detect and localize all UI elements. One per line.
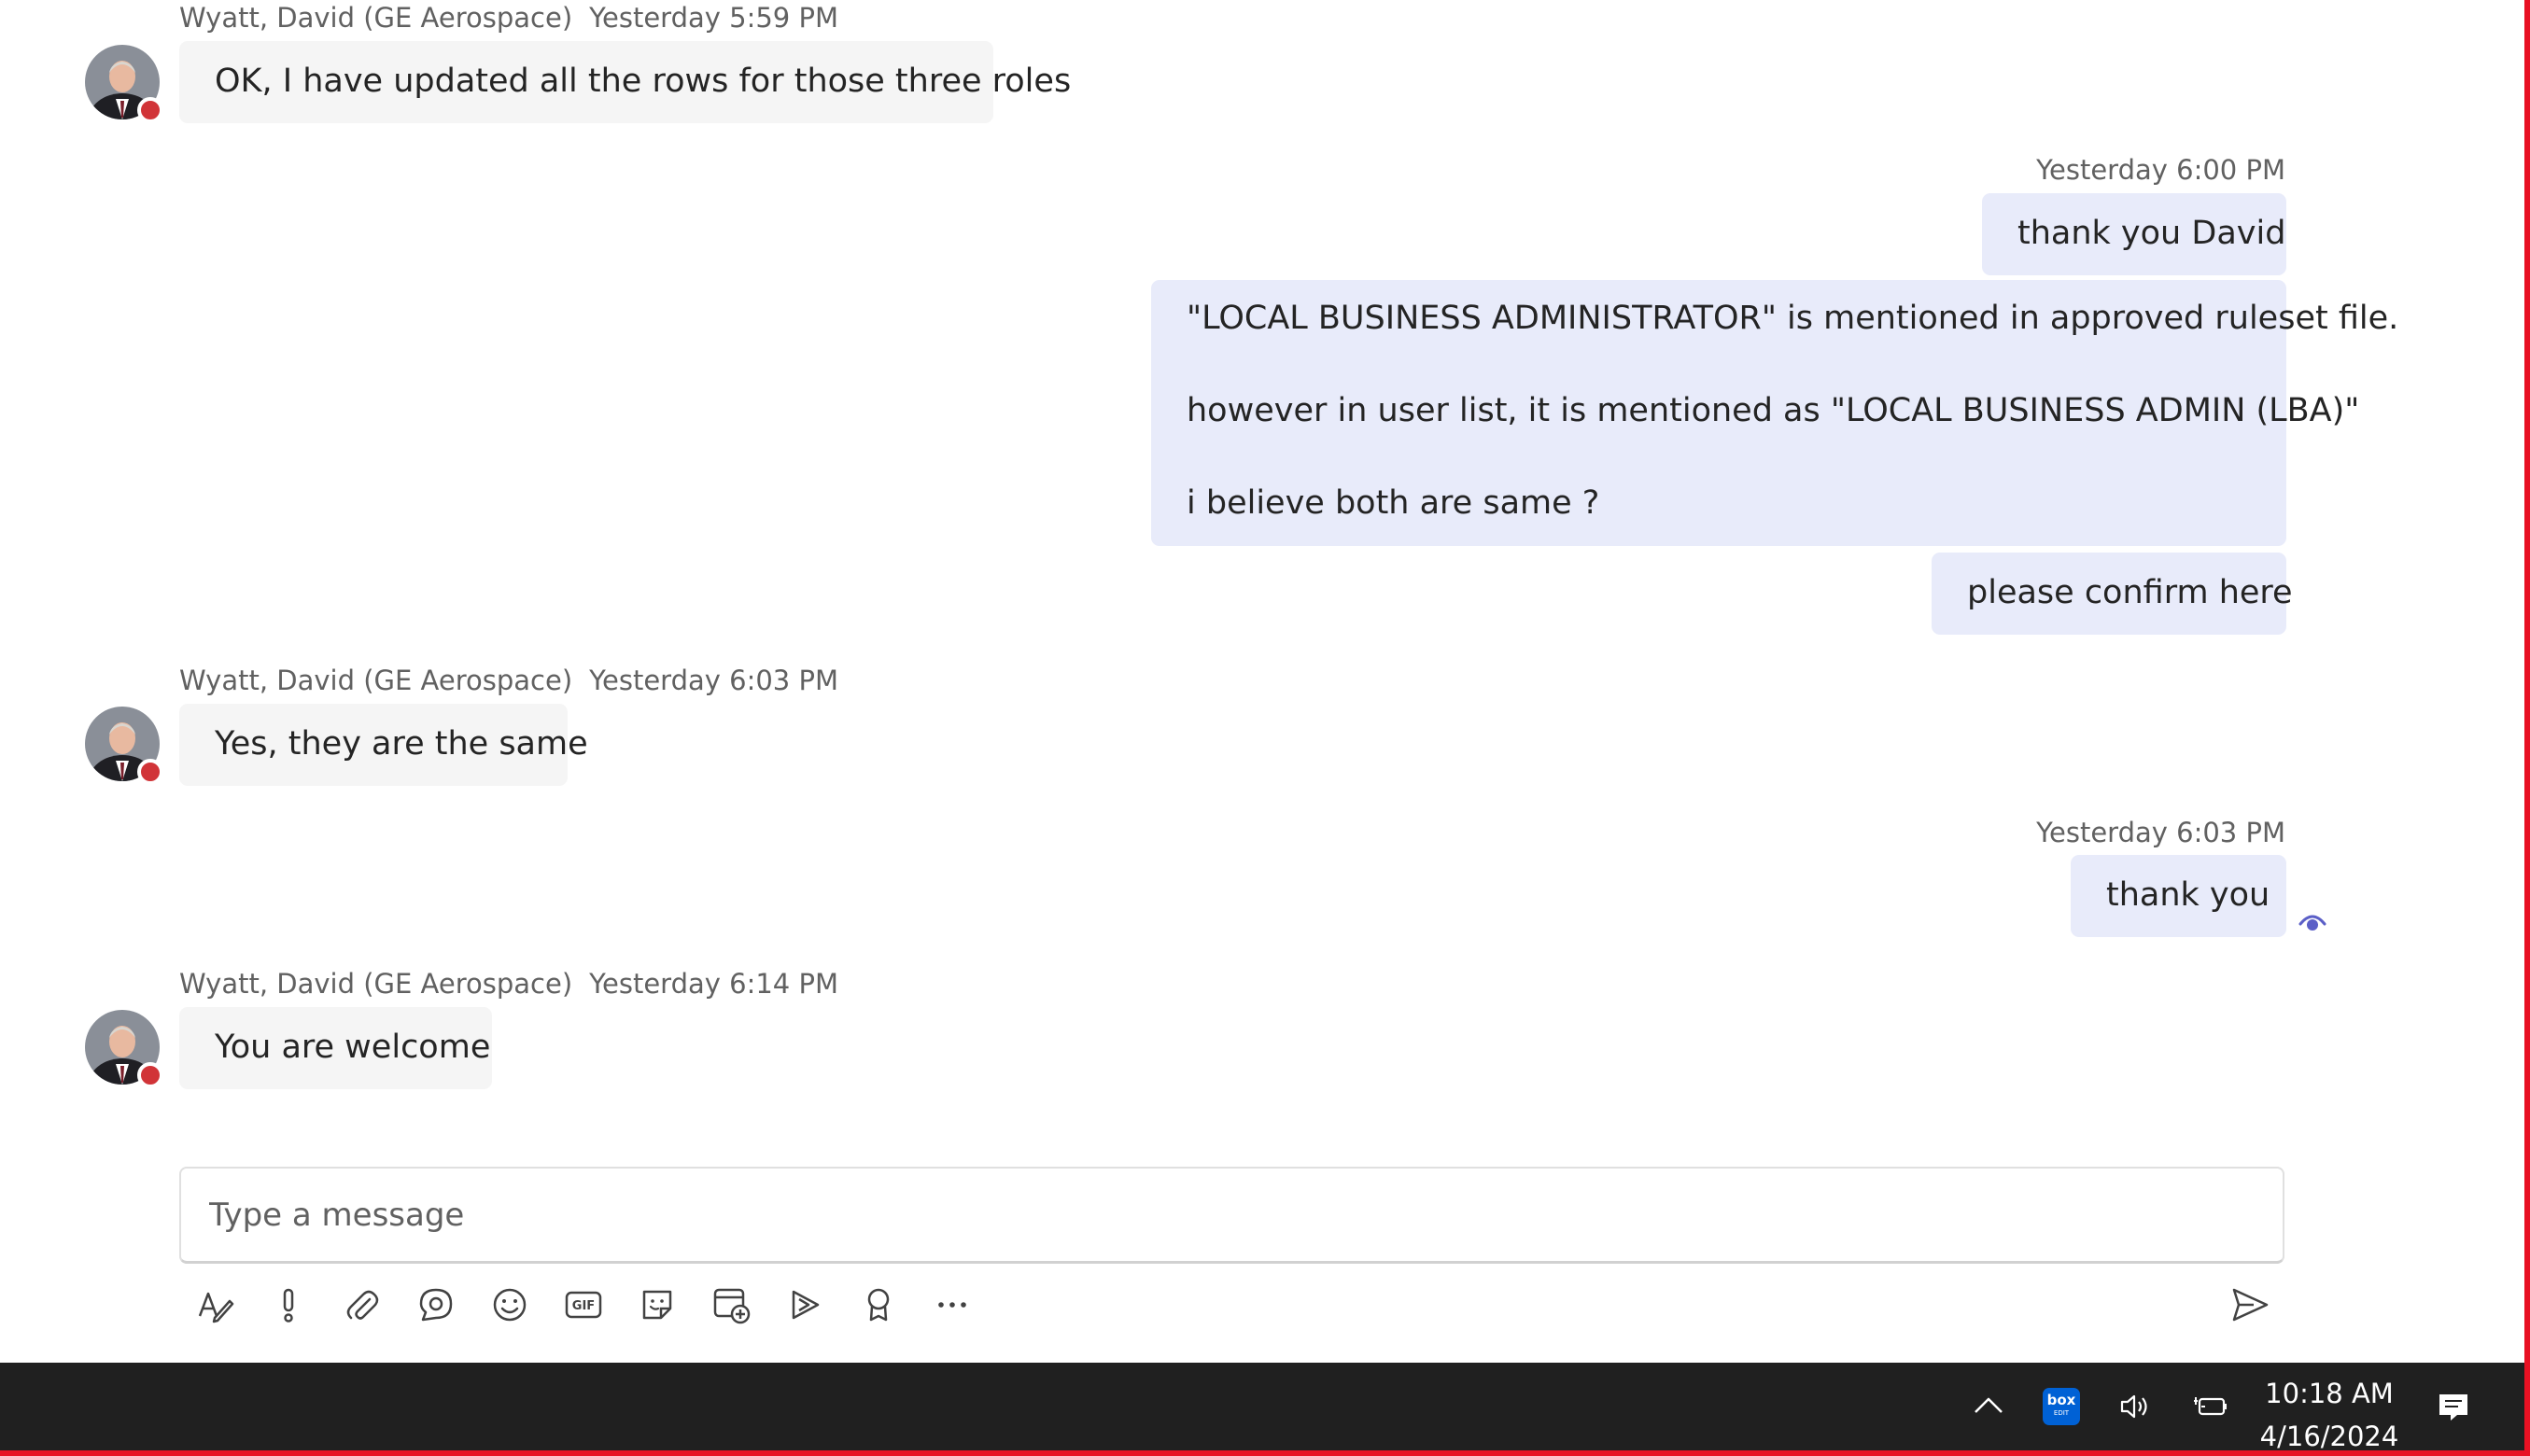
attach-icon (346, 1290, 379, 1320)
message-timestamp: Yesterday 6:03 PM (2036, 817, 2285, 848)
avatar[interactable] (85, 707, 163, 785)
message-text: thank you David (2017, 215, 2286, 252)
avatar[interactable] (85, 45, 163, 123)
praise-icon (867, 1288, 890, 1322)
message-input[interactable] (181, 1169, 2283, 1261)
message-text: i believe both are same ? (1187, 484, 1600, 522)
notification-center-icon (2439, 1394, 2467, 1421)
chat-area: Wyatt, David (GE Aerospace) Yesterday 5:5… (0, 0, 2530, 1363)
volume-icon (2120, 1394, 2147, 1419)
incoming-message-bubble[interactable]: You are welcome (179, 1007, 492, 1089)
gif-icon: GIF (565, 1291, 602, 1319)
important-button[interactable] (260, 1279, 316, 1331)
sender-name: Wyatt, David (GE Aerospace) (179, 665, 573, 696)
busy-status-icon (137, 759, 163, 785)
box-sublabel: EDIT (2053, 1409, 2070, 1417)
svg-text:GIF: GIF (572, 1299, 595, 1313)
emoji-icon (493, 1288, 527, 1322)
schedule-meeting-button[interactable] (703, 1279, 759, 1331)
message-text: please confirm here (1967, 574, 2293, 611)
outgoing-message-bubble[interactable]: thank you David (1982, 193, 2286, 275)
message-text: "LOCAL BUSINESS ADMINISTRATOR" is mentio… (1187, 300, 2399, 337)
battery-button[interactable] (2187, 1363, 2234, 1450)
incoming-message-bubble[interactable]: Yes, they are the same (179, 704, 588, 786)
message-timestamp: Yesterday 6:00 PM (2036, 154, 2285, 186)
message-header: Wyatt, David (GE Aerospace) Yesterday 6:0… (179, 665, 838, 696)
compose-box (179, 1167, 2284, 1264)
send-icon (2232, 1288, 2269, 1322)
message-text: OK, I have updated all the rows for thos… (215, 63, 1072, 100)
busy-status-icon (137, 1062, 163, 1088)
stream-button[interactable] (777, 1279, 833, 1331)
sender-name: Wyatt, David (GE Aerospace) (179, 968, 573, 1000)
format-button[interactable] (187, 1279, 243, 1331)
box-label: box (2046, 1392, 2076, 1408)
box-edit-icon: box EDIT (2043, 1388, 2080, 1425)
loop-icon (419, 1288, 453, 1322)
message-timestamp: Yesterday 6:03 PM (589, 665, 838, 696)
message-text: however in user list, it is mentioned as… (1187, 392, 2360, 429)
gif-button[interactable]: GIF (555, 1279, 611, 1331)
clock-time: 10:18 AM (2265, 1378, 2394, 1409)
seen-receipt-icon (2297, 905, 2328, 937)
window-border-right (2524, 0, 2530, 1456)
loop-button[interactable] (408, 1279, 464, 1331)
outgoing-message-bubble[interactable]: thank you (2071, 855, 2286, 937)
message-header: Wyatt, David (GE Aerospace) Yesterday 5:5… (179, 2, 838, 34)
more-options-icon (938, 1302, 966, 1308)
message-timestamp: Yesterday 6:14 PM (589, 968, 838, 1000)
format-icon (198, 1292, 234, 1323)
sender-name: Wyatt, David (GE Aerospace) (179, 2, 573, 34)
busy-status-icon (137, 97, 163, 123)
message-text: Yes, they are the same (215, 725, 588, 763)
outgoing-message-bubble[interactable]: "LOCAL BUSINESS ADMINISTRATOR" is mentio… (1151, 280, 2399, 546)
praise-button[interactable] (850, 1279, 907, 1331)
emoji-button[interactable] (482, 1279, 538, 1331)
sticker-button[interactable] (629, 1279, 685, 1331)
sticker-icon (642, 1290, 672, 1320)
more-options-button[interactable] (924, 1279, 980, 1331)
battery-charging-icon (2194, 1397, 2227, 1416)
message-text: You are welcome (215, 1029, 491, 1066)
box-edit-tray-button[interactable]: box EDIT (2041, 1363, 2082, 1450)
taskbar: box EDIT 10:18 AM 4/16/2024 (0, 1363, 2530, 1456)
send-button[interactable] (2222, 1279, 2278, 1331)
window-border-bottom (0, 1450, 2530, 1456)
schedule-meeting-icon (713, 1288, 751, 1324)
message-text: thank you (2106, 876, 2270, 914)
stream-icon (792, 1290, 820, 1320)
compose-toolbar: GIF (187, 1279, 2287, 1331)
volume-button[interactable] (2112, 1363, 2158, 1450)
chevron-up-icon (1975, 1397, 2003, 1413)
show-hidden-icons-button[interactable] (1965, 1363, 2012, 1450)
attach-button[interactable] (334, 1279, 390, 1331)
clock-button[interactable]: 10:18 AM 4/16/2024 (2250, 1372, 2409, 1456)
incoming-message-bubble[interactable]: OK, I have updated all the rows for thos… (179, 41, 1072, 123)
outgoing-message-bubble[interactable]: please confirm here (1932, 553, 2293, 635)
important-icon (283, 1288, 294, 1323)
message-header: Wyatt, David (GE Aerospace) Yesterday 6:1… (179, 968, 838, 1000)
notifications-button[interactable] (2427, 1363, 2480, 1450)
avatar[interactable] (85, 1010, 163, 1088)
message-timestamp: Yesterday 5:59 PM (589, 2, 838, 34)
